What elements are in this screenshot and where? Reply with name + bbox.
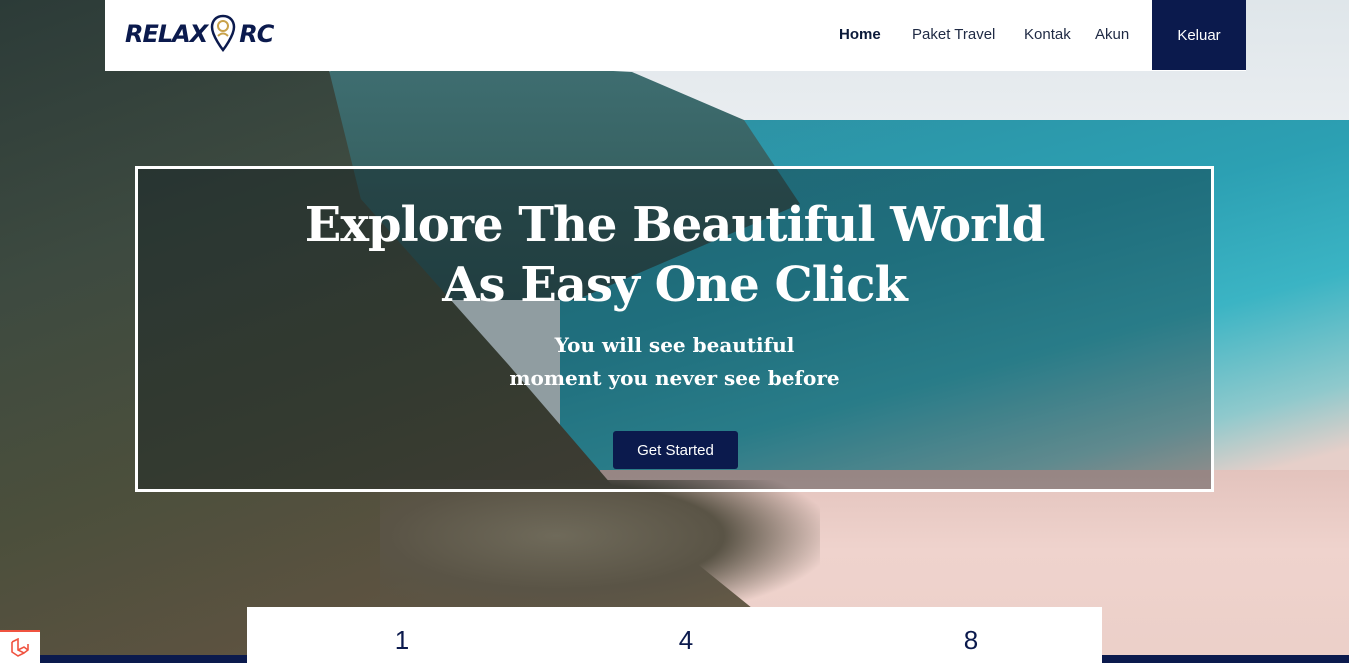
- laravel-icon[interactable]: [0, 630, 40, 663]
- hero-subtitle-line2: moment you never see before: [509, 366, 840, 390]
- nav-akun[interactable]: Akun: [1095, 26, 1129, 43]
- nav-kontak[interactable]: Kontak: [1024, 26, 1071, 43]
- nav-paket-travel[interactable]: Paket Travel: [912, 26, 995, 43]
- hero-title: Explore The Beautiful World As Easy One …: [138, 195, 1211, 315]
- get-started-button[interactable]: Get Started: [613, 431, 738, 469]
- main-nav: Home Paket Travel Kontak Akun: [105, 0, 1246, 71]
- hero-box: Explore The Beautiful World As Easy One …: [135, 166, 1214, 492]
- stat-value-2: 4: [678, 625, 694, 655]
- hero-title-line2: As Easy One Click: [442, 257, 907, 313]
- nav-home[interactable]: Home: [839, 26, 881, 43]
- stats-panel: 1 4 8: [247, 607, 1102, 663]
- stat-value-1: 1: [394, 625, 410, 655]
- navbar: RELAX RC Home Paket Travel Kontak Akun K…: [105, 0, 1246, 71]
- logout-button[interactable]: Keluar: [1152, 0, 1246, 70]
- hero-title-line1: Explore The Beautiful World: [304, 197, 1046, 253]
- hero-subtitle-line1: You will see beautiful: [554, 333, 795, 357]
- rocks: [380, 480, 820, 620]
- hero-subtitle: You will see beautiful moment you never …: [138, 329, 1211, 395]
- stat-value-3: 8: [963, 625, 979, 655]
